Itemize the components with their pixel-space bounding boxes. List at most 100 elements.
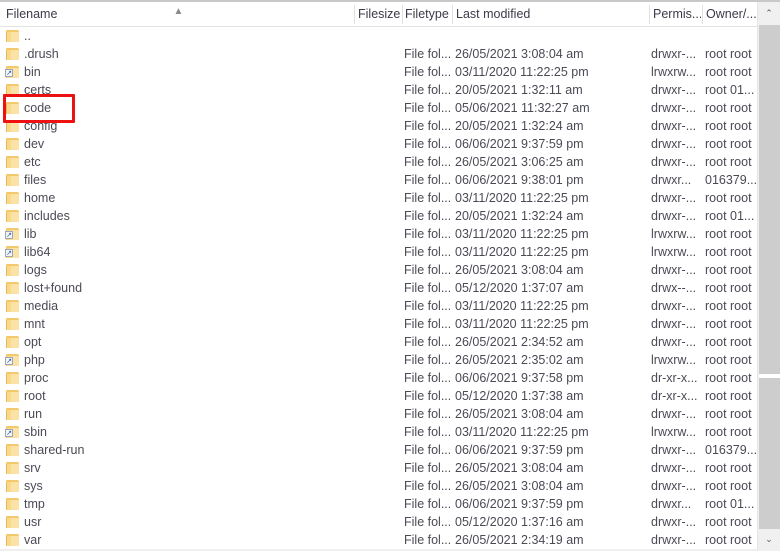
table-row[interactable]: ↗ sbin File fol... 03/11/2020 11:22:25 pm lr… <box>0 423 757 441</box>
cell-filetype: File fol... <box>404 263 450 277</box>
cell-last-modified: 26/05/2021 2:34:19 am <box>455 533 584 547</box>
cell-last-modified: 26/05/2021 3:08:04 am <box>455 407 584 421</box>
cell-last-modified: 03/11/2020 11:22:25 pm <box>455 65 589 79</box>
file-list[interactable]: .. .drush File fol... 26/05/2021 3:08:04 am… <box>0 27 757 551</box>
cell-permissions: drwxr-... <box>651 119 697 133</box>
folder-icon <box>6 137 21 151</box>
table-row[interactable]: sys File fol... 26/05/2021 3:08:04 am drwxr… <box>0 477 757 495</box>
column-divider[interactable] <box>354 5 355 24</box>
cell-permissions: drwxr-... <box>651 101 697 115</box>
column-header-last-modified[interactable]: Last modified <box>456 2 646 26</box>
cell-filename: lib <box>24 227 37 241</box>
table-row[interactable]: proc File fol... 06/06/2021 9:37:58 pm dr-x… <box>0 369 757 387</box>
cell-owner-group: root root <box>705 191 752 205</box>
cell-filename: usr <box>24 515 42 529</box>
scrollbar-thumb[interactable] <box>759 25 780 529</box>
cell-owner-group: root root <box>705 317 752 331</box>
table-row[interactable]: ↗ php File fol... 26/05/2021 2:35:02 am lrwx… <box>0 351 757 369</box>
table-row[interactable]: etc File fol... 26/05/2021 3:06:25 am drwxr… <box>0 153 757 171</box>
cell-filename: sys <box>24 479 43 493</box>
cell-last-modified <box>455 27 645 45</box>
cell-filename: mnt <box>24 317 45 331</box>
table-row[interactable]: ↗ bin File fol... 03/11/2020 11:22:25 pm lrw… <box>0 63 757 81</box>
cell-filename: .. <box>24 29 31 43</box>
folder-icon <box>6 29 21 43</box>
vertical-scrollbar[interactable]: ⌃ ⌄ <box>757 2 780 551</box>
cell-filename: files <box>24 173 47 187</box>
cell-permissions: drwxr-... <box>651 209 697 223</box>
cell-filetype: File fol... <box>404 335 450 349</box>
column-divider[interactable] <box>452 5 453 24</box>
cell-owner-group: root root <box>705 47 752 61</box>
cell-filename: logs <box>24 263 47 277</box>
cell-last-modified: 06/06/2021 9:37:59 pm <box>455 497 584 511</box>
folder-icon <box>6 119 21 133</box>
table-row[interactable]: ↗ lib File fol... 03/11/2020 11:22:25 pm lrw… <box>0 225 757 243</box>
table-row[interactable]: mnt File fol... 03/11/2020 11:22:25 pm drwx… <box>0 315 757 333</box>
cell-permissions: drwxr-... <box>651 479 697 493</box>
cell-filetype: File fol... <box>404 353 450 367</box>
cell-owner-group: root root <box>705 389 752 403</box>
table-row[interactable]: home File fol... 03/11/2020 11:22:25 pm drw… <box>0 189 757 207</box>
cell-filesize <box>356 63 400 81</box>
sort-ascending-icon: ▲ <box>173 6 184 17</box>
table-row[interactable]: logs File fol... 26/05/2021 3:08:04 am drwx… <box>0 261 757 279</box>
cell-owner-group: root root <box>705 119 752 133</box>
cell-filename: lib64 <box>24 245 51 259</box>
cell-filetype: File fol... <box>404 317 450 331</box>
table-row[interactable]: lost+found File fol... 05/12/2020 1:37:07 … <box>0 279 757 297</box>
cell-last-modified: 06/06/2021 9:37:58 pm <box>455 371 584 385</box>
cell-owner-group: root 01... <box>705 83 755 97</box>
table-row[interactable]: dev File fol... 06/06/2021 9:37:59 pm drwxr… <box>0 135 757 153</box>
cell-filename: var <box>24 533 42 547</box>
table-row[interactable]: shared-run File fol... 06/06/2021 9:37:59 … <box>0 441 757 459</box>
column-divider[interactable] <box>702 5 703 24</box>
cell-filename: shared-run <box>24 443 85 457</box>
cell-filetype: File fol... <box>404 47 450 61</box>
column-divider[interactable] <box>649 5 650 24</box>
cell-filesize <box>356 99 400 117</box>
table-row[interactable]: ↗ lib64 File fol... 03/11/2020 11:22:25 pm l… <box>0 243 757 261</box>
column-header-owner-group[interactable]: Owner/... <box>706 2 756 26</box>
column-header-filename[interactable]: Filename <box>6 2 171 26</box>
table-row[interactable]: .. <box>0 27 757 45</box>
table-row[interactable]: .drush File fol... 26/05/2021 3:08:04 am dr… <box>0 45 757 63</box>
cell-filesize <box>356 441 400 459</box>
cell-filename: srv <box>24 461 41 475</box>
folder-icon <box>6 299 21 313</box>
cell-last-modified: 20/05/2021 1:32:24 am <box>455 209 584 223</box>
cell-permissions: lrwxrw... <box>651 245 697 259</box>
cell-filesize <box>356 153 400 171</box>
table-row[interactable]: config File fol... 20/05/2021 1:32:24 am dr… <box>0 117 757 135</box>
folder-icon <box>6 47 21 61</box>
cell-filename: php <box>24 353 45 367</box>
cell-filename: bin <box>24 65 41 79</box>
table-row[interactable]: root File fol... 05/12/2020 1:37:38 am dr-x… <box>0 387 757 405</box>
column-header-filetype[interactable]: Filetype <box>405 2 451 26</box>
table-row[interactable]: code File fol... 05/06/2021 11:32:27 am drw… <box>0 99 757 117</box>
folder-icon <box>6 263 21 277</box>
cell-permissions: drwxr-... <box>651 263 697 277</box>
table-row[interactable]: srv File fol... 26/05/2021 3:08:04 am drwxr… <box>0 459 757 477</box>
cell-permissions: drwxr-... <box>651 137 697 151</box>
scroll-down-icon[interactable]: ⌄ <box>758 530 780 550</box>
table-row[interactable]: usr File fol... 05/12/2020 1:37:16 am drwxr… <box>0 513 757 531</box>
cell-filename: includes <box>24 209 70 223</box>
cell-owner-group <box>705 27 757 45</box>
cell-permissions: drwxr-... <box>651 155 697 169</box>
column-divider[interactable] <box>402 5 403 24</box>
cell-owner-group: root root <box>705 533 752 547</box>
column-header-permissions[interactable]: Permis... <box>653 2 701 26</box>
column-header-filesize[interactable]: Filesize <box>358 2 402 26</box>
table-row[interactable]: var File fol... 26/05/2021 2:34:19 am drwxr… <box>0 531 757 549</box>
table-row[interactable]: includes File fol... 20/05/2021 1:32:24 am… <box>0 207 757 225</box>
table-row[interactable]: media File fol... 03/11/2020 11:22:25 pm dr… <box>0 297 757 315</box>
table-row[interactable]: run File fol... 26/05/2021 3:08:04 am drwxr… <box>0 405 757 423</box>
table-row[interactable]: certs File fol... 20/05/2021 1:32:11 am drw… <box>0 81 757 99</box>
scroll-up-icon[interactable]: ⌃ <box>758 4 780 24</box>
cell-owner-group: root root <box>705 299 752 313</box>
table-row[interactable]: tmp File fol... 06/06/2021 9:37:59 pm drwxr… <box>0 495 757 513</box>
table-row[interactable]: files File fol... 06/06/2021 9:38:01 pm drw… <box>0 171 757 189</box>
table-row[interactable]: opt File fol... 26/05/2021 2:34:52 am drwxr… <box>0 333 757 351</box>
folder-icon <box>6 515 21 529</box>
